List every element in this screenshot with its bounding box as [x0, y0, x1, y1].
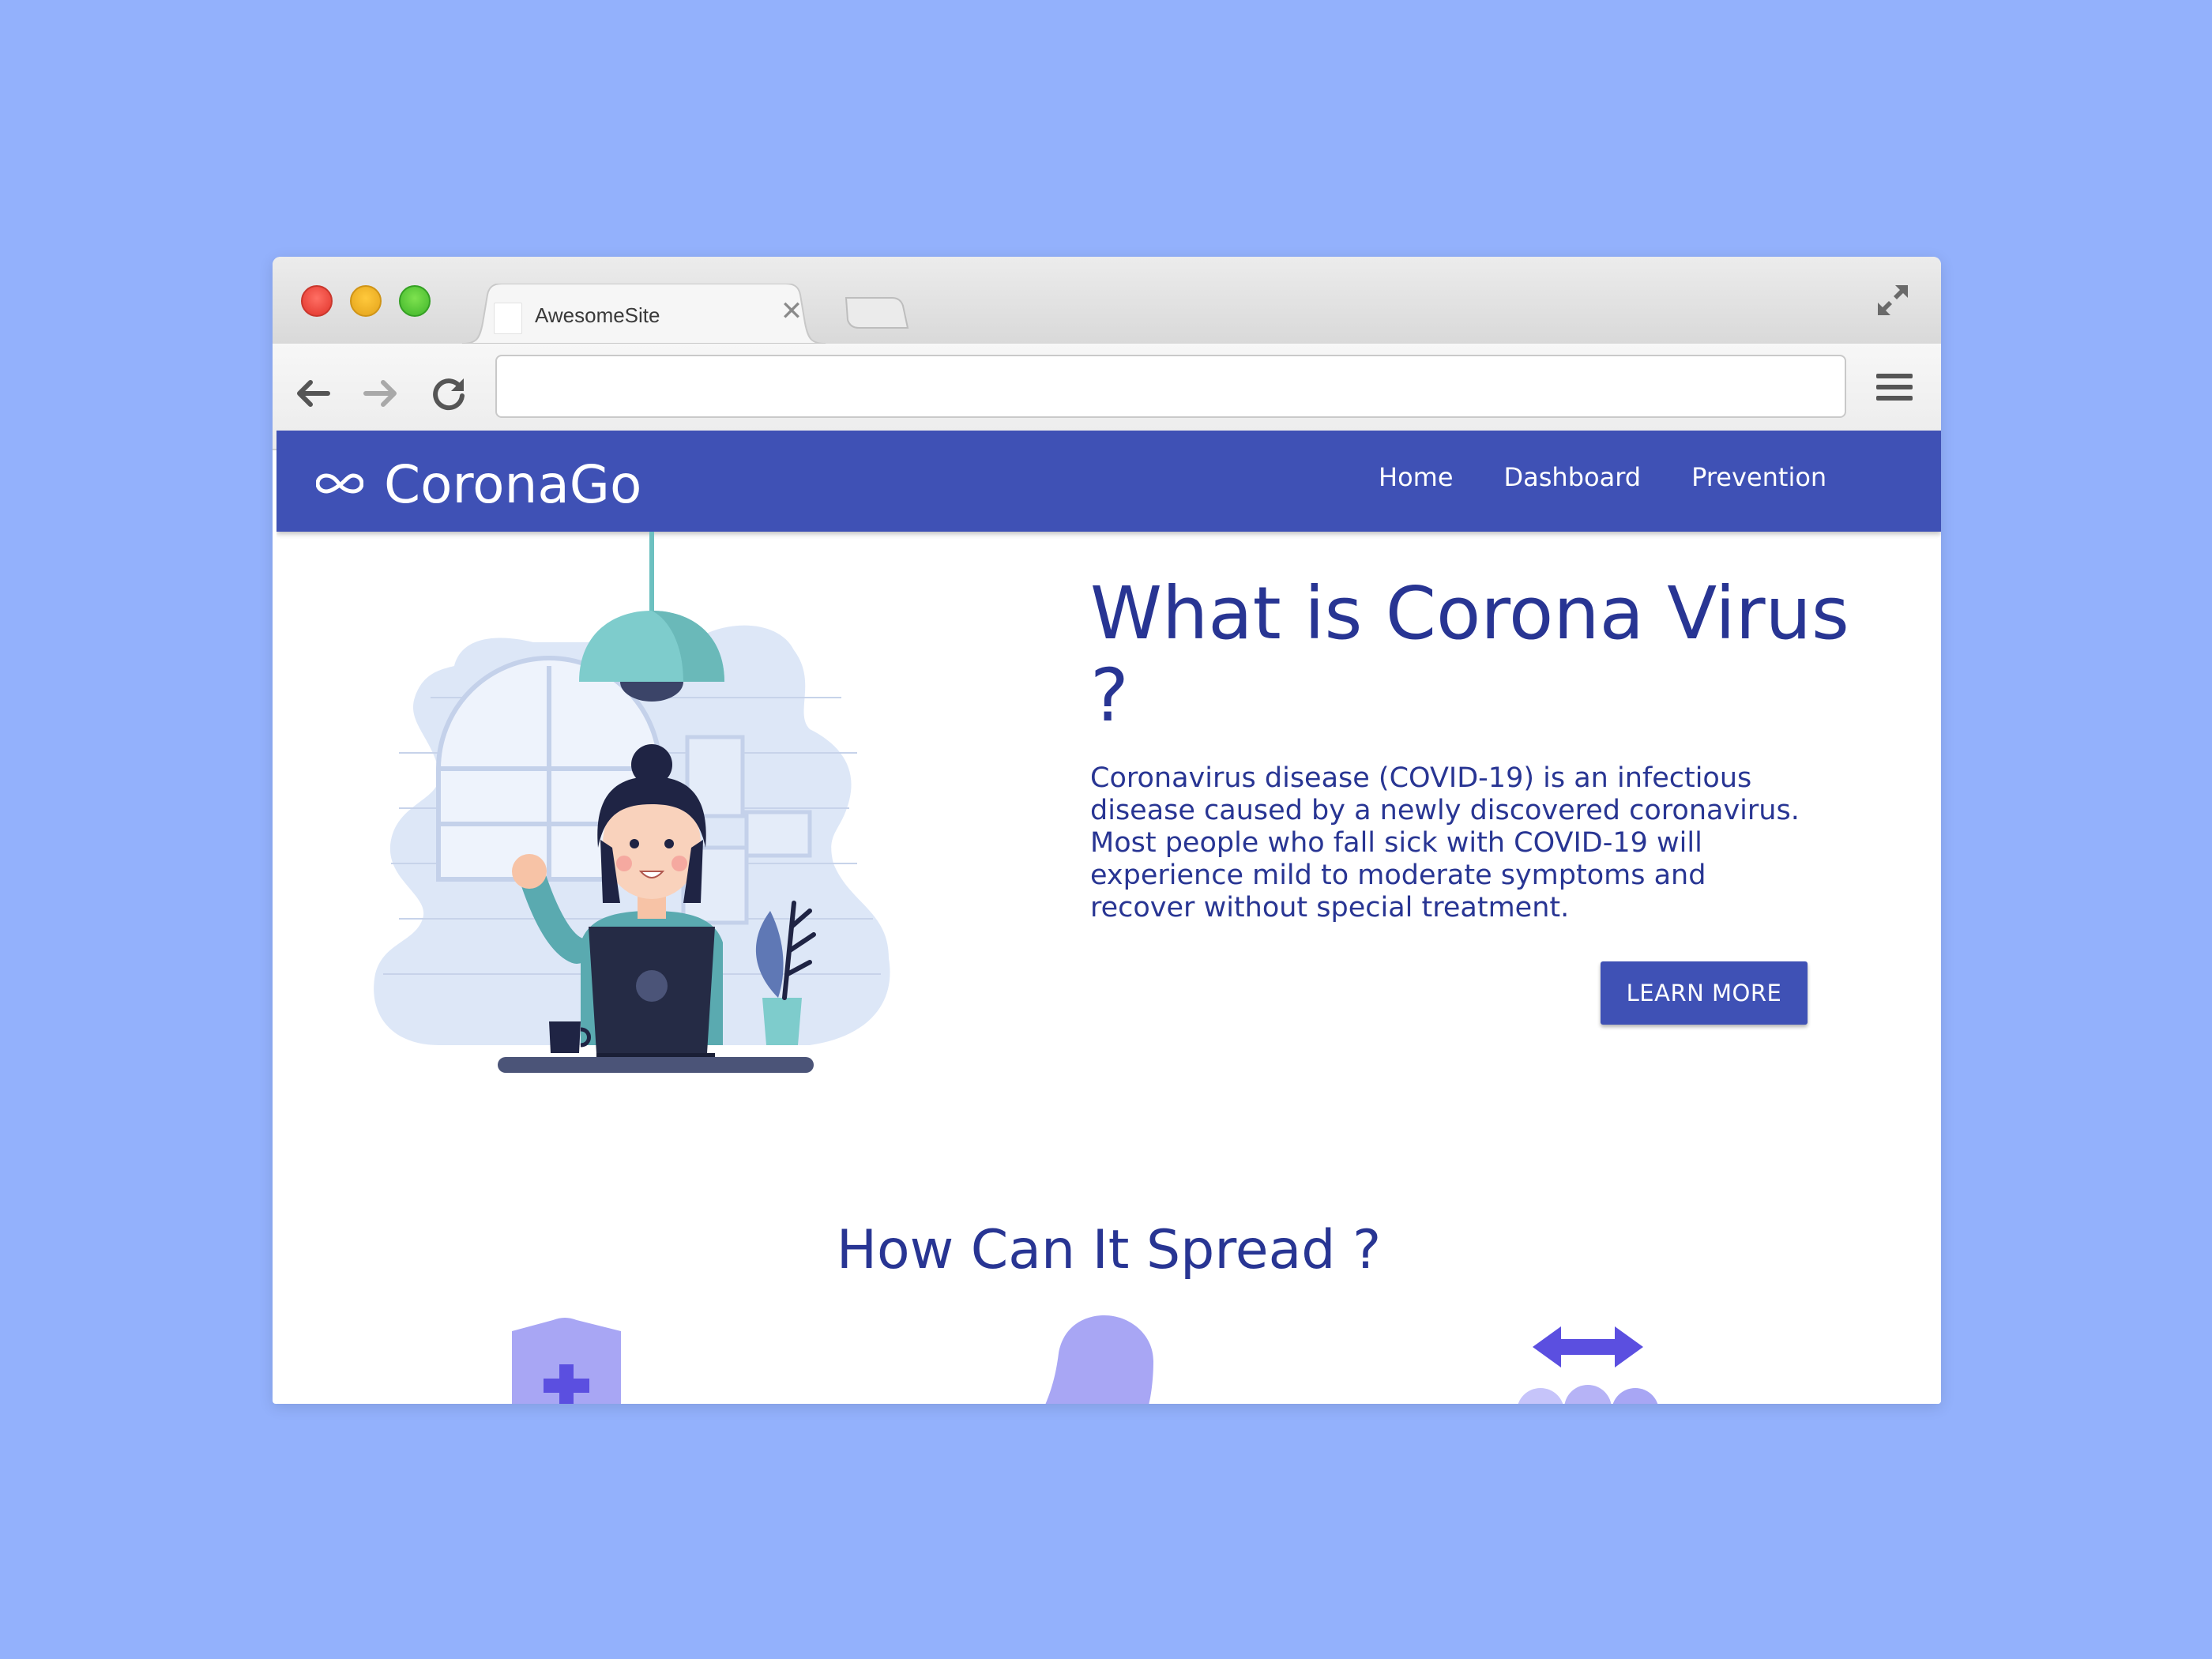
hamburger-menu-icon[interactable]: [1873, 366, 1916, 408]
woman-at-laptop-illustration: [374, 532, 890, 1073]
nav-link-home[interactable]: Home: [1379, 462, 1454, 492]
new-tab-button[interactable]: [841, 293, 912, 333]
expand-icon[interactable]: [1873, 280, 1913, 320]
nav-link-prevention[interactable]: Prevention: [1691, 462, 1826, 492]
forward-arrow-icon[interactable]: [359, 372, 402, 415]
close-window-button[interactable]: [301, 285, 333, 317]
address-bar[interactable]: [495, 355, 1846, 418]
maximize-window-button[interactable]: [399, 285, 431, 317]
browser-tab[interactable]: AwesomeSite ✕: [462, 284, 826, 344]
page-icon: [494, 303, 522, 334]
minimize-window-button[interactable]: [350, 285, 382, 317]
browser-titlebar: AwesomeSite ✕: [273, 257, 1941, 344]
back-arrow-icon[interactable]: [292, 372, 334, 415]
browser-window: AwesomeSite ✕ CoronaGo Home Dashboard Pr…: [273, 257, 1941, 1404]
people-transfer-icon: [1518, 1326, 1658, 1404]
site-nav-links: Home Dashboard Prevention: [1379, 462, 1826, 492]
site-navbar: CoronaGo Home Dashboard Prevention: [276, 431, 1941, 532]
site-brand[interactable]: CoronaGo: [316, 454, 641, 515]
tab-title: AwesomeSite: [535, 303, 660, 327]
person-bubble-icon: [1045, 1315, 1153, 1404]
hero-description: Coronavirus disease (COVID-19) is an inf…: [1090, 762, 1800, 924]
nav-link-dashboard[interactable]: Dashboard: [1504, 462, 1642, 492]
hero-title: What is Corona Virus ?: [1090, 571, 1849, 738]
spread-section-title: How Can It Spread ?: [836, 1219, 1382, 1281]
web-page: CoronaGo Home Dashboard Prevention What …: [276, 431, 1941, 1404]
medical-shield-icon: [512, 1318, 621, 1404]
learn-more-button[interactable]: LEARN MORE: [1601, 961, 1808, 1025]
brand-name: CoronaGo: [384, 454, 642, 515]
reload-icon[interactable]: [427, 372, 470, 415]
tab-close-icon[interactable]: ✕: [778, 298, 805, 325]
infinity-icon: [316, 472, 363, 494]
